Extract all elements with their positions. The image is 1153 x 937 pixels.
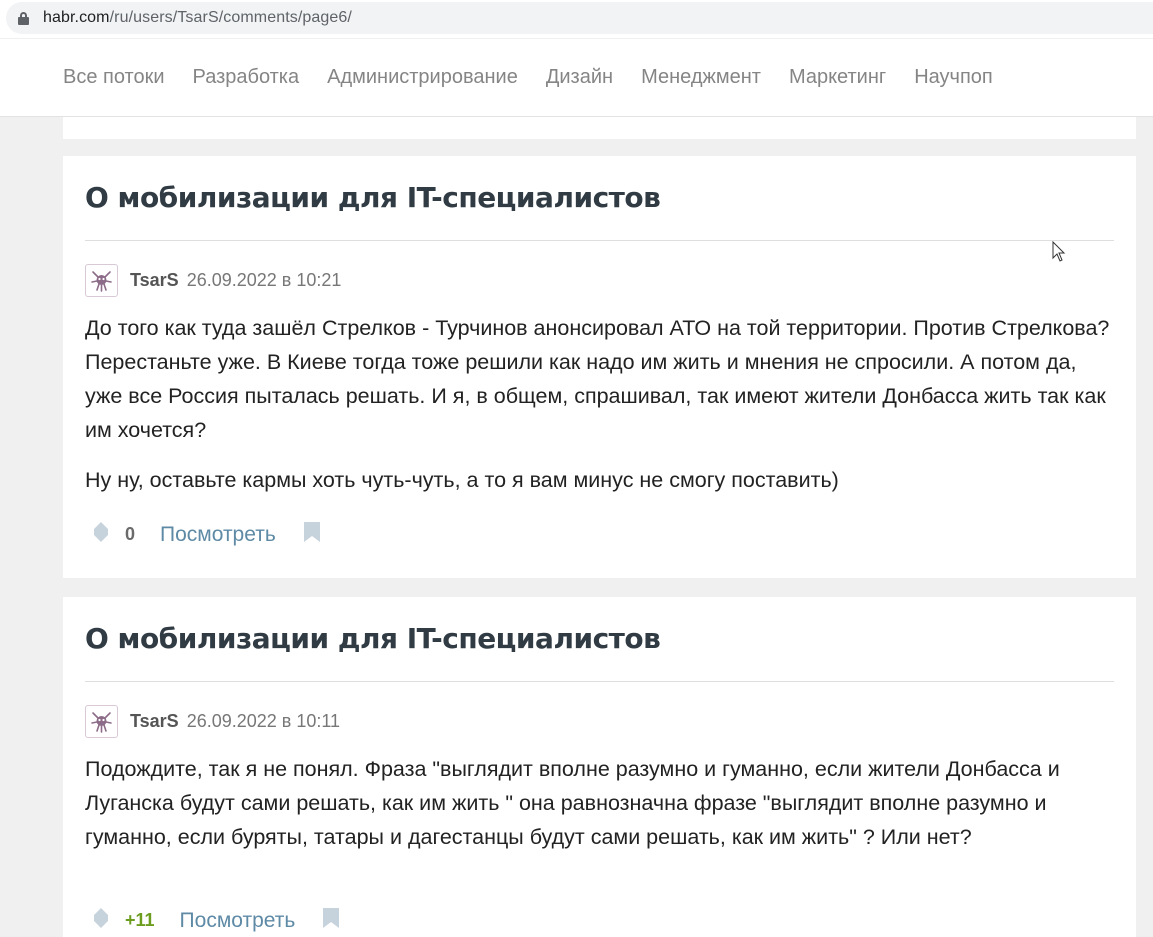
nav-management[interactable]: Менеджмент [641,66,761,89]
post-title-link[interactable]: О мобилизации для IT-специалистов [85,622,661,655]
url-path: /ru/users/TsarS/comments/page6/ [109,9,352,26]
url-field[interactable]: habr.com/ru/users/TsarS/comments/page6/ [6,2,1153,34]
comment-date[interactable]: 26.09.2022 в 10:21 [187,270,342,291]
comment-actions: +11 Посмотреть [93,907,340,934]
vote-icon[interactable] [93,521,109,548]
nav-popular-science[interactable]: Научпоп [914,66,993,89]
vote-icon[interactable] [93,907,109,934]
score-value: +11 [125,910,155,930]
site-nav: Все потоки Разработка Администрирование … [0,39,1153,117]
url-text[interactable]: habr.com/ru/users/TsarS/comments/page6/ [43,9,352,27]
bookmark-icon[interactable] [303,521,321,548]
nav-development[interactable]: Разработка [193,66,300,89]
nav-all-flows[interactable]: Все потоки [63,66,165,89]
divider [85,681,1114,682]
post-title-link[interactable]: О мобилизации для IT-специалистов [85,181,661,214]
divider [85,240,1114,241]
comment-card: О мобилизации для IT-специалистов TsarS … [63,156,1136,578]
url-host: habr.com [43,9,110,26]
browser-address-bar: habr.com/ru/users/TsarS/comments/page6/ [0,0,1153,38]
score-value: 0 [125,524,136,544]
comment-paragraph: До того как туда зашёл Стрелков - Турчин… [85,316,1110,442]
avatar-icon[interactable] [85,264,118,297]
comment-meta: TsarS 26.09.2022 в 10:21 [85,264,341,297]
comment-paragraph: Подождите, так я не понял. Фраза "выгляд… [85,757,1060,849]
previous-comment-card [63,117,1136,139]
author-link[interactable]: TsarS [130,711,179,732]
avatar-icon[interactable] [85,705,118,738]
nav-design[interactable]: Дизайн [546,66,613,89]
comment-meta: TsarS 26.09.2022 в 10:11 [85,705,340,738]
comment-actions: 0 Посмотреть [93,521,321,548]
comment-date[interactable]: 26.09.2022 в 10:11 [187,711,340,732]
bookmark-icon[interactable] [322,907,340,934]
nav-marketing[interactable]: Маркетинг [789,66,886,89]
nav-administration[interactable]: Администрирование [327,66,518,89]
lock-icon[interactable] [18,11,29,25]
author-link[interactable]: TsarS [130,270,179,291]
comment-card: О мобилизации для IT-специалистов TsarS … [63,597,1136,937]
comment-paragraph: Ну ну, оставьте кармы хоть чуть-чуть, а … [85,468,839,492]
view-comment-link[interactable]: Посмотреть [180,909,296,933]
mouse-cursor-icon [1052,240,1066,268]
view-comment-link[interactable]: Посмотреть [160,523,276,547]
